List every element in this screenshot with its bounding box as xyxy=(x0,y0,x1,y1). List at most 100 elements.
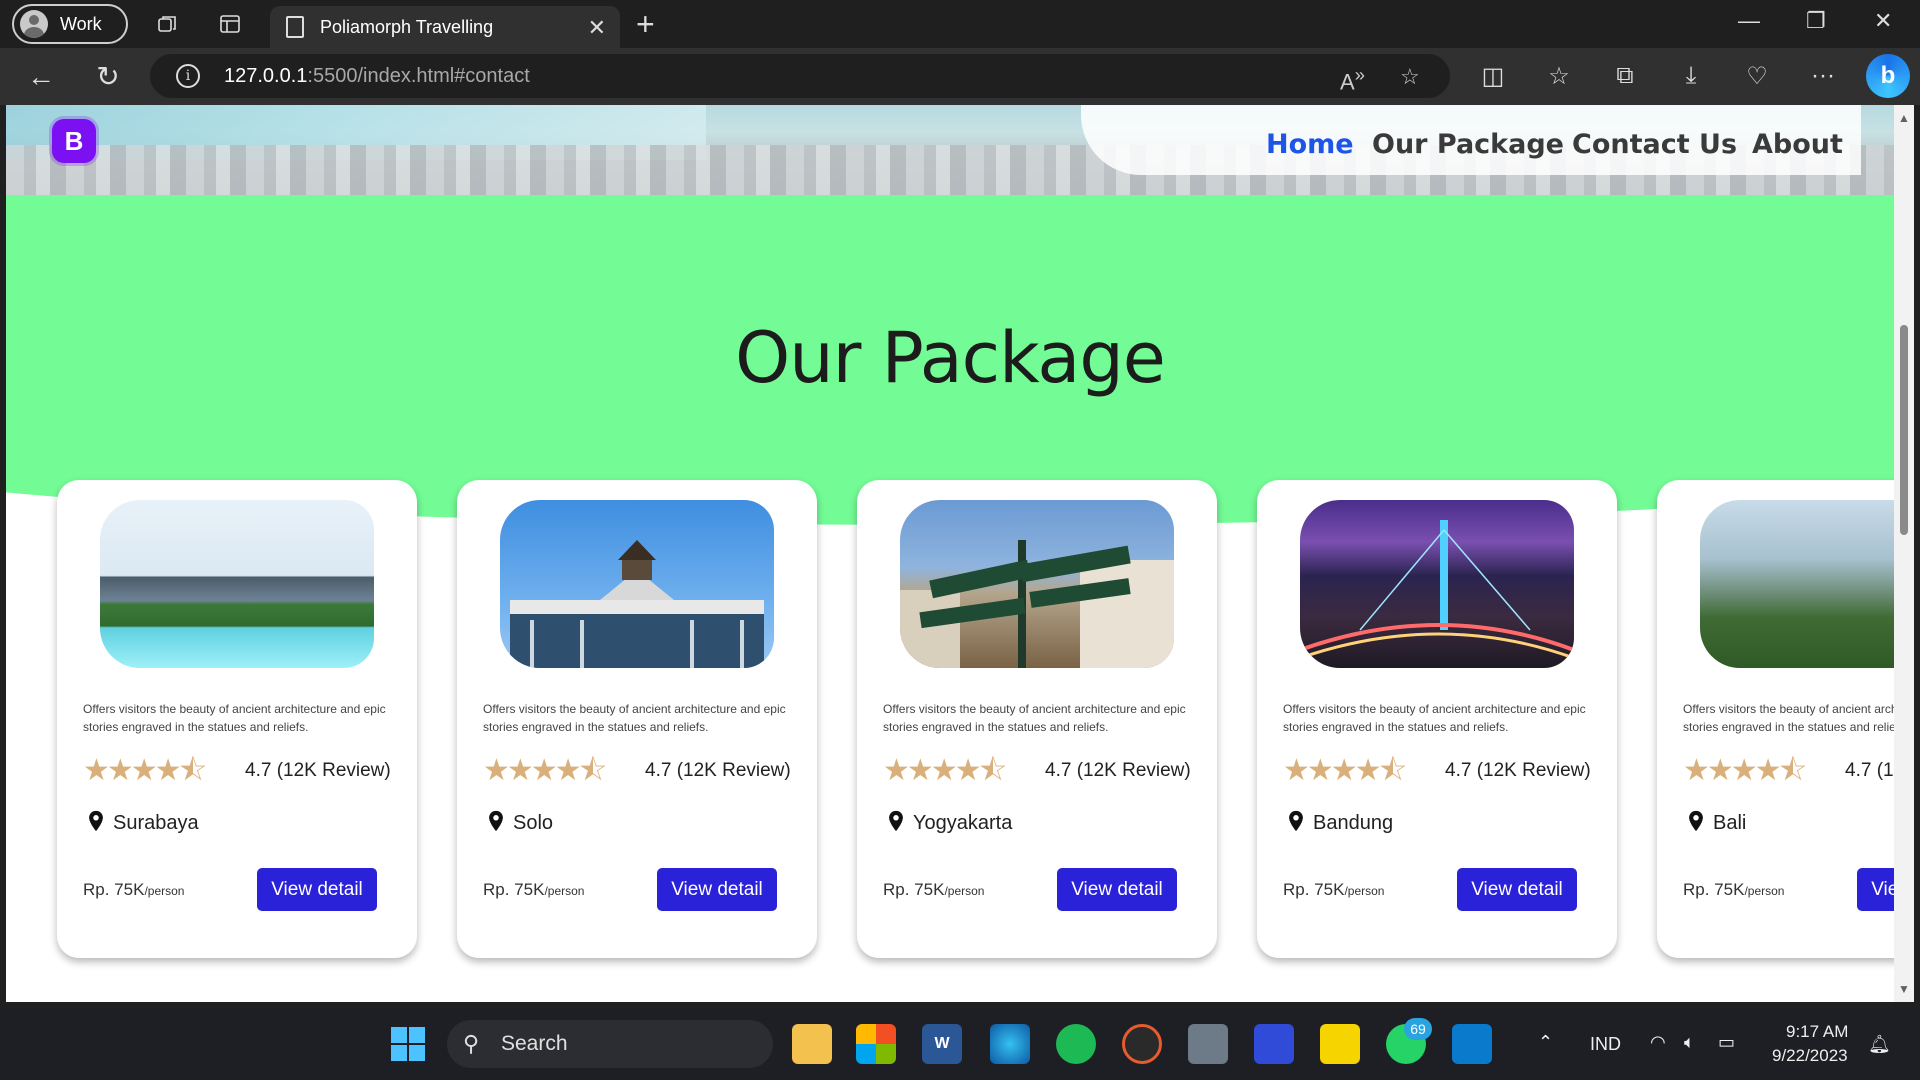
rating-text: 4.7 (12K Review) xyxy=(245,760,391,781)
bridge-illustration xyxy=(1300,520,1574,660)
package-photo xyxy=(900,500,1174,668)
tab-poliamorph[interactable]: Poliamorph Travelling ✕ xyxy=(270,6,620,48)
media-player-icon[interactable] xyxy=(1122,1024,1162,1064)
windows-start-icon[interactable] xyxy=(390,1026,426,1062)
split-screen-icon[interactable]: ◫ xyxy=(1478,62,1508,91)
price-unit: /person xyxy=(144,884,185,898)
language-indicator[interactable]: IND xyxy=(1590,1034,1621,1055)
favorite-star-icon[interactable]: ☆ xyxy=(1400,64,1420,90)
workspaces-icon[interactable] xyxy=(156,12,180,36)
package-photo xyxy=(100,500,374,668)
scrollbar-thumb[interactable] xyxy=(1900,325,1908,535)
package-photo xyxy=(1300,500,1574,668)
package-photo xyxy=(1700,500,1894,668)
favorites-icon[interactable]: ☆ xyxy=(1544,62,1574,91)
package-card-solo: Offers visitors the beauty of ancient ar… xyxy=(457,480,817,958)
price: Rp. 75K/person xyxy=(83,880,184,900)
price-value: Rp. 75K xyxy=(83,880,145,899)
price-unit: /person xyxy=(1344,884,1385,898)
windows-taskbar: ⚲ Search W 69 ⌃ IND ◠ 🔈︎ ▭ 9:17 AM 9/22/… xyxy=(0,1008,1920,1080)
location-pin-icon xyxy=(489,810,503,832)
location-name: Bali xyxy=(1713,812,1747,834)
price-value: Rp. 75K xyxy=(1283,880,1345,899)
nav-about[interactable]: About xyxy=(1752,129,1843,160)
camera-icon[interactable] xyxy=(1188,1024,1228,1064)
price-value: Rp. 75K xyxy=(483,880,545,899)
notification-badge: 69 xyxy=(1404,1018,1432,1040)
rating-text: 4.7 (12K Review) xyxy=(1845,760,1894,781)
collections-icon[interactable]: ⧉ xyxy=(1610,62,1640,90)
page-scrollbar[interactable]: ▲ ▼ xyxy=(1894,105,1914,1002)
price-unit: /person xyxy=(1744,884,1785,898)
nav-contact-us[interactable]: Contact Us xyxy=(1572,129,1737,160)
url-path: :5500/index.html#contact xyxy=(307,64,530,87)
taskbar-search[interactable]: ⚲ Search xyxy=(447,1020,773,1068)
price-unit: /person xyxy=(944,884,985,898)
close-tab-icon[interactable]: ✕ xyxy=(588,15,606,41)
package-card-surabaya: Offers visitors the beauty of ancient ar… xyxy=(57,480,417,958)
site-info-icon[interactable]: i xyxy=(176,64,200,88)
microsoft-store-icon[interactable] xyxy=(856,1024,896,1064)
address-bar[interactable]: i 127.0.0.1:5500/index.html#contact A» ☆ xyxy=(150,54,1450,98)
battery-icon[interactable]: ▭ xyxy=(1718,1032,1735,1053)
scroll-up-icon[interactable]: ▲ xyxy=(1898,111,1910,125)
star-rating: ★★★★⯪ xyxy=(83,754,207,787)
view-detail-button[interactable]: View detail xyxy=(1057,868,1177,911)
nav-home[interactable]: Home xyxy=(1266,129,1354,160)
close-window-icon[interactable]: ✕ xyxy=(1874,8,1892,34)
package-description: Offers visitors the beauty of ancient ar… xyxy=(83,702,386,734)
sticky-notes-icon[interactable] xyxy=(1320,1024,1360,1064)
location-name: Bandung xyxy=(1313,812,1394,834)
spotify-icon[interactable] xyxy=(1056,1024,1096,1064)
volume-icon[interactable]: 🔈︎ xyxy=(1684,1032,1695,1053)
copilot-icon[interactable]: b xyxy=(1866,54,1910,98)
notifications-icon[interactable]: 🔔︎ xyxy=(1868,1034,1891,1055)
new-tab-icon[interactable]: + xyxy=(636,6,655,43)
vscode-icon[interactable] xyxy=(1452,1024,1492,1064)
search-icon: ⚲ xyxy=(463,1031,480,1056)
tab-actions-icon[interactable] xyxy=(218,12,242,36)
profile-label: Work xyxy=(60,13,102,34)
rating-text: 4.7 (12K Review) xyxy=(1445,760,1591,781)
show-hidden-icons-icon[interactable]: ⌃ xyxy=(1538,1032,1553,1053)
price: Rp. 75K/person xyxy=(483,880,584,900)
price: Rp. 75K/person xyxy=(1283,880,1384,900)
refresh-icon[interactable]: ↻ xyxy=(91,60,125,94)
word-icon[interactable]: W xyxy=(922,1024,962,1064)
read-aloud-icon[interactable]: A» xyxy=(1340,64,1365,95)
price: Rp. 75K/person xyxy=(883,880,984,900)
restore-icon[interactable]: ❐ xyxy=(1806,8,1826,34)
location-pin-icon xyxy=(1289,810,1303,832)
view-detail-button[interactable]: View detail xyxy=(657,868,777,911)
clock-time[interactable]: 9:17 AM xyxy=(1786,1022,1848,1042)
location-name: Surabaya xyxy=(113,812,199,834)
edge-icon[interactable] xyxy=(990,1024,1030,1064)
package-card-yogyakarta: Offers visitors the beauty of ancient ar… xyxy=(857,480,1217,958)
price: Rp. 75K/person xyxy=(1683,880,1784,900)
package-description: Offers visitors the beauty of ancient ar… xyxy=(483,702,786,734)
downloads-icon[interactable]: ⤓ xyxy=(1676,62,1706,90)
app-icon[interactable] xyxy=(1254,1024,1294,1064)
search-label: Search xyxy=(501,1032,568,1055)
view-detail-button[interactable]: View detail xyxy=(1457,868,1577,911)
star-rating: ★★★★⯪ xyxy=(1683,754,1807,787)
page-icon xyxy=(286,16,304,38)
browser-essentials-icon[interactable]: ♡ xyxy=(1742,62,1772,91)
profile-button[interactable]: Work xyxy=(12,4,128,44)
star-rating: ★★★★⯪ xyxy=(483,754,607,787)
minimize-icon[interactable]: — xyxy=(1738,8,1760,34)
view-detail-button[interactable]: View detail xyxy=(257,868,377,911)
nav-our-package[interactable]: Our Package xyxy=(1372,129,1564,160)
file-explorer-icon[interactable] xyxy=(792,1024,832,1064)
wifi-icon[interactable]: ◠ xyxy=(1650,1032,1666,1053)
clock-date[interactable]: 9/22/2023 xyxy=(1772,1046,1848,1066)
more-menu-icon[interactable]: ··· xyxy=(1808,62,1838,90)
browser-toolbar: ← ↻ i 127.0.0.1:5500/index.html#contact … xyxy=(0,48,1920,105)
location-name: Solo xyxy=(513,812,554,834)
scroll-down-icon[interactable]: ▼ xyxy=(1898,982,1910,996)
page-viewport: B Home Our Package Contact Us About Our … xyxy=(6,105,1894,1002)
back-icon[interactable]: ← xyxy=(24,60,58,94)
package-card-bandung: Offers visitors the beauty of ancient ar… xyxy=(1257,480,1617,958)
view-detail-button[interactable]: View detail xyxy=(1857,868,1894,911)
brand-logo[interactable]: B xyxy=(52,119,96,163)
